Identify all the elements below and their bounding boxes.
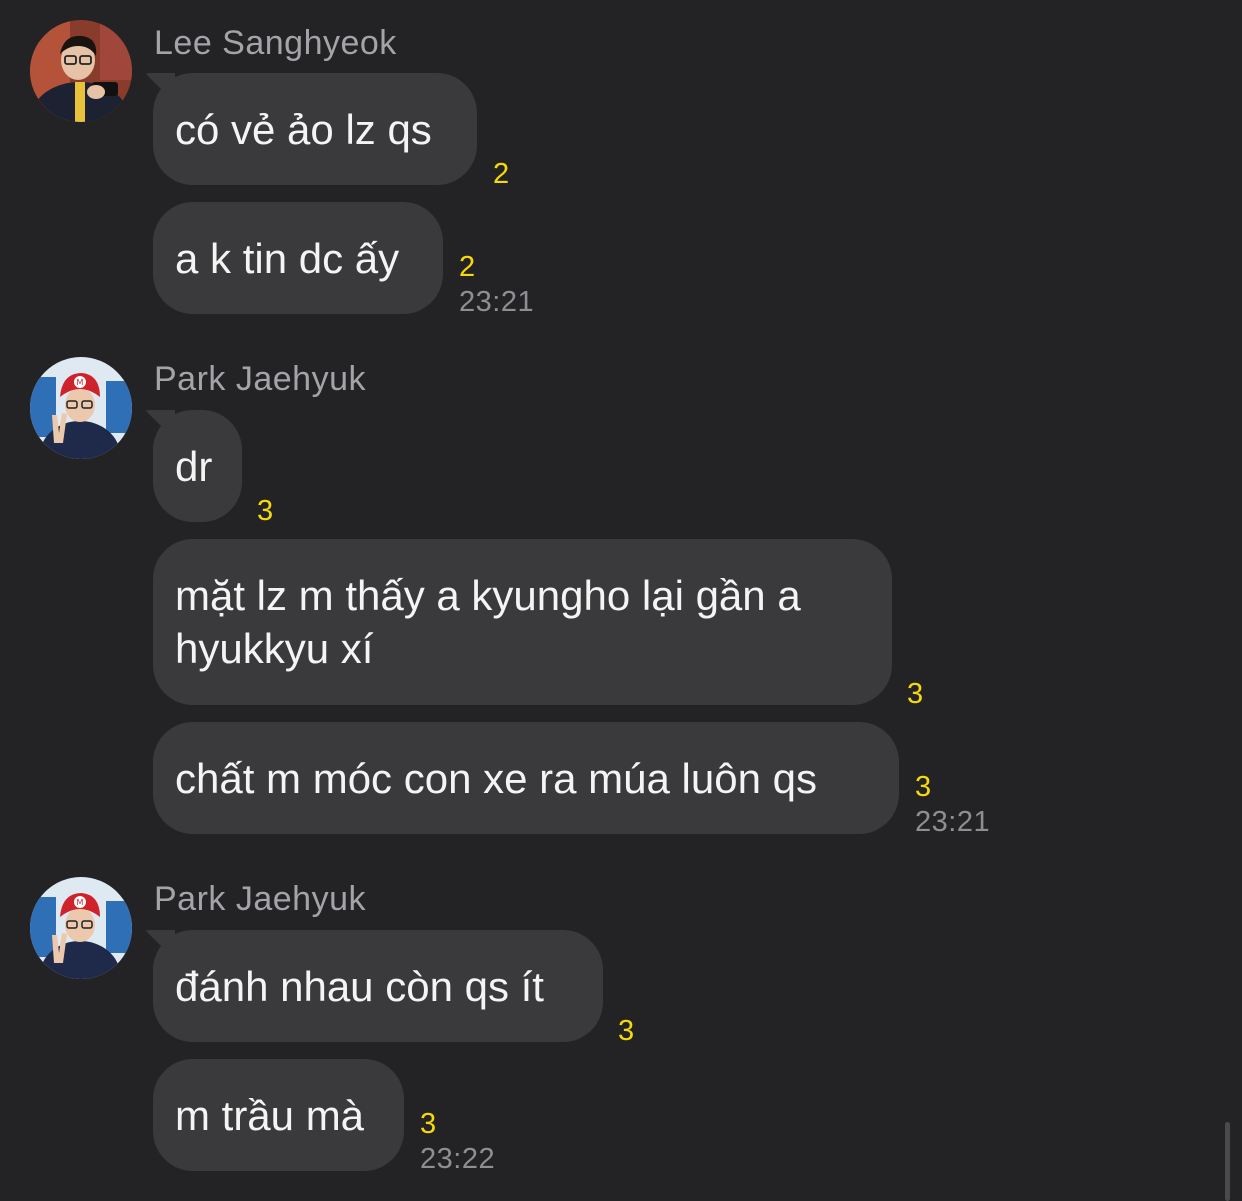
timestamp: 23:22	[420, 1143, 496, 1175]
message-text: m trầu mà	[175, 1091, 365, 1139]
sender-name: Park Jaehyuk	[154, 880, 366, 918]
avatar[interactable]: M	[30, 877, 132, 979]
unread-count: 3	[420, 1108, 437, 1140]
svg-text:M: M	[77, 898, 84, 907]
avatar-park-jaehyuk-image: M	[30, 877, 132, 979]
message-text: đánh nhau còn qs ít	[175, 962, 544, 1010]
message-bubble[interactable]: đánh nhau còn qs ít	[153, 930, 603, 1042]
message-group-3: M Park Jaehyuk đánh nhau còn qs ít 3 m t…	[0, 0, 1242, 1201]
unread-count: 3	[618, 1015, 635, 1047]
scrollbar[interactable]	[1225, 1122, 1230, 1201]
message-bubble[interactable]: m trầu mà	[153, 1059, 404, 1171]
